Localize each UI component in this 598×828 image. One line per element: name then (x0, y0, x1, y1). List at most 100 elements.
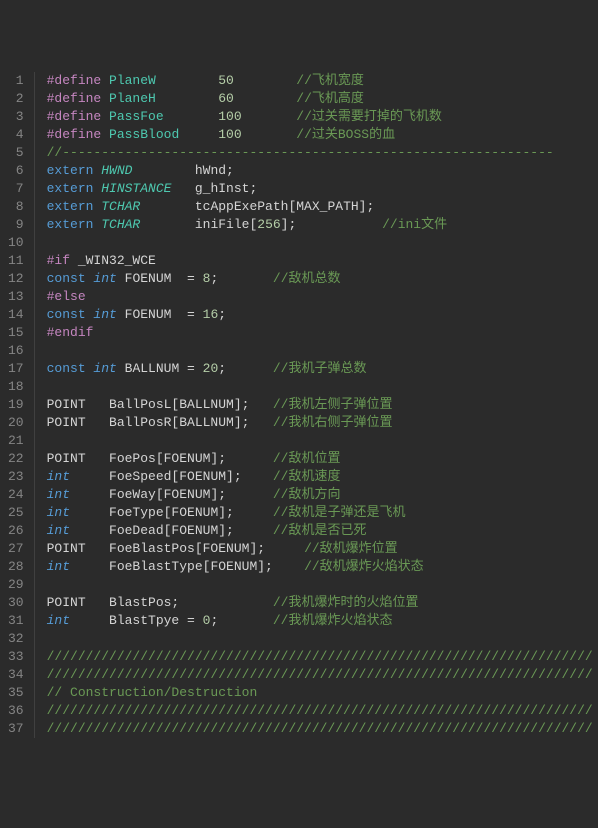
code-line[interactable]: #else (47, 288, 598, 306)
code-content[interactable]: #define PlaneW 50 //飞机宽度#define PlaneH 6… (35, 72, 598, 738)
token-comment: ////////////////////////////////////////… (47, 721, 593, 736)
line-number: 25 (8, 504, 24, 522)
token-kw-define: #define (47, 73, 109, 88)
token-ident-macro: PassFoe (109, 109, 218, 124)
code-line[interactable] (47, 576, 598, 594)
token-comment: //敌机爆炸位置 (304, 541, 398, 556)
token-plain: FoeSpeed[FOENUM]; (70, 469, 273, 484)
code-line[interactable]: // Construction/Destruction (47, 684, 598, 702)
token-plain: g_hInst; (195, 181, 257, 196)
line-number: 24 (8, 486, 24, 504)
line-number: 1 (8, 72, 24, 90)
token-comment: //飞机高度 (296, 91, 364, 106)
code-line[interactable]: const int BALLNUM = 20; //我机子弹总数 (47, 360, 598, 378)
code-line[interactable]: int FoeWay[FOENUM]; //敌机方向 (47, 486, 598, 504)
token-plain: ; (210, 271, 272, 286)
code-line[interactable]: const int FOENUM = 8; //敌机总数 (47, 270, 598, 288)
code-line[interactable]: extern TCHAR iniFile[256]; //ini文件 (47, 216, 598, 234)
line-number: 2 (8, 90, 24, 108)
token-ident-type: HWND (101, 163, 195, 178)
code-line[interactable]: int FoeType[FOENUM]; //敌机是子弹还是飞机 (47, 504, 598, 522)
token-comment: //敌机是否已死 (273, 523, 367, 538)
code-line[interactable] (47, 630, 598, 648)
token-ident-builtin: int (47, 487, 70, 502)
token-comment: //我机左侧子弹位置 (273, 397, 393, 412)
code-line[interactable]: const int FOENUM = 16; (47, 306, 598, 324)
code-line[interactable] (47, 378, 598, 396)
token-plain: ; (218, 307, 226, 322)
token-comment: //敌机位置 (273, 451, 341, 466)
token-kw-const: const (47, 307, 94, 322)
line-number: 35 (8, 684, 24, 702)
code-editor[interactable]: 1234567891011121314151617181920212223242… (0, 72, 598, 738)
line-number: 30 (8, 594, 24, 612)
token-num: 100 (218, 109, 296, 124)
code-line[interactable]: POINT FoePos[FOENUM]; //敌机位置 (47, 450, 598, 468)
token-plain: FoeDead[FOENUM]; (70, 523, 273, 538)
token-ident-builtin: int (47, 505, 70, 520)
token-kw-extern: extern (47, 163, 102, 178)
code-line[interactable]: int FoeBlastType[FOENUM]; //敌机爆炸火焰状态 (47, 558, 598, 576)
line-number: 34 (8, 666, 24, 684)
token-num: 100 (218, 127, 296, 142)
code-line[interactable]: #endif (47, 324, 598, 342)
token-plain: FOENUM = (125, 307, 203, 322)
token-kw-define: #define (47, 91, 109, 106)
code-line[interactable]: #define PassFoe 100 //过关需要打掉的飞机数 (47, 108, 598, 126)
token-kw-extern: extern (47, 181, 102, 196)
token-comment: //敌机方向 (273, 487, 341, 502)
token-comment: //我机爆炸火焰状态 (273, 613, 393, 628)
token-plain: FoeWay[FOENUM]; (70, 487, 273, 502)
code-line[interactable]: POINT BallPosR[BALLNUM]; //我机右侧子弹位置 (47, 414, 598, 432)
line-number: 36 (8, 702, 24, 720)
token-plain: POINT FoeBlastPos[FOENUM]; (47, 541, 304, 556)
code-line[interactable] (47, 342, 598, 360)
code-line[interactable]: POINT BallPosL[BALLNUM]; //我机左侧子弹位置 (47, 396, 598, 414)
token-plain: ; (210, 613, 272, 628)
token-plain: POINT BallPosL[BALLNUM]; (47, 397, 273, 412)
line-number: 27 (8, 540, 24, 558)
code-line[interactable]: extern TCHAR tcAppExePath[MAX_PATH]; (47, 198, 598, 216)
code-line[interactable] (47, 432, 598, 450)
code-line[interactable]: int BlastTpye = 0; //我机爆炸火焰状态 (47, 612, 598, 630)
line-number: 37 (8, 720, 24, 738)
line-number: 4 (8, 126, 24, 144)
code-line[interactable]: POINT BlastPos; //我机爆炸时的火焰位置 (47, 594, 598, 612)
token-plain: hWnd; (195, 163, 234, 178)
line-number: 16 (8, 342, 24, 360)
code-line[interactable]: extern HINSTANCE g_hInst; (47, 180, 598, 198)
code-line[interactable]: #define PlaneW 50 //飞机宽度 (47, 72, 598, 90)
token-num: 60 (218, 91, 296, 106)
token-comment: //我机右侧子弹位置 (273, 415, 393, 430)
code-line[interactable] (47, 234, 598, 252)
token-ident-type: TCHAR (101, 199, 195, 214)
token-ident-macro: PlaneW (109, 73, 218, 88)
token-comment: //ini文件 (382, 217, 447, 232)
token-kw-preproc: #if (47, 253, 78, 268)
code-line[interactable]: int FoeSpeed[FOENUM]; //敌机速度 (47, 468, 598, 486)
code-line[interactable]: ////////////////////////////////////////… (47, 666, 598, 684)
line-number: 13 (8, 288, 24, 306)
line-number: 31 (8, 612, 24, 630)
line-number: 5 (8, 144, 24, 162)
token-comment: ////////////////////////////////////////… (47, 703, 593, 718)
code-line[interactable]: #if _WIN32_WCE (47, 252, 598, 270)
line-number: 23 (8, 468, 24, 486)
token-comment: //敌机爆炸火焰状态 (304, 559, 424, 574)
code-line[interactable]: extern HWND hWnd; (47, 162, 598, 180)
token-comment: //我机爆炸时的火焰位置 (273, 595, 419, 610)
code-line[interactable]: int FoeDead[FOENUM]; //敌机是否已死 (47, 522, 598, 540)
line-number: 15 (8, 324, 24, 342)
code-line[interactable]: ////////////////////////////////////////… (47, 702, 598, 720)
code-line[interactable]: //--------------------------------------… (47, 144, 598, 162)
code-line[interactable]: #define PlaneH 60 //飞机高度 (47, 90, 598, 108)
line-number: 21 (8, 432, 24, 450)
token-plain: _WIN32_WCE (78, 253, 156, 268)
code-line[interactable]: ////////////////////////////////////////… (47, 648, 598, 666)
code-line[interactable]: POINT FoeBlastPos[FOENUM]; //敌机爆炸位置 (47, 540, 598, 558)
code-line[interactable]: #define PassBlood 100 //过关BOSS的血 (47, 126, 598, 144)
token-plain: ]; (281, 217, 382, 232)
line-number: 28 (8, 558, 24, 576)
code-line[interactable]: ////////////////////////////////////////… (47, 720, 598, 738)
line-number: 33 (8, 648, 24, 666)
